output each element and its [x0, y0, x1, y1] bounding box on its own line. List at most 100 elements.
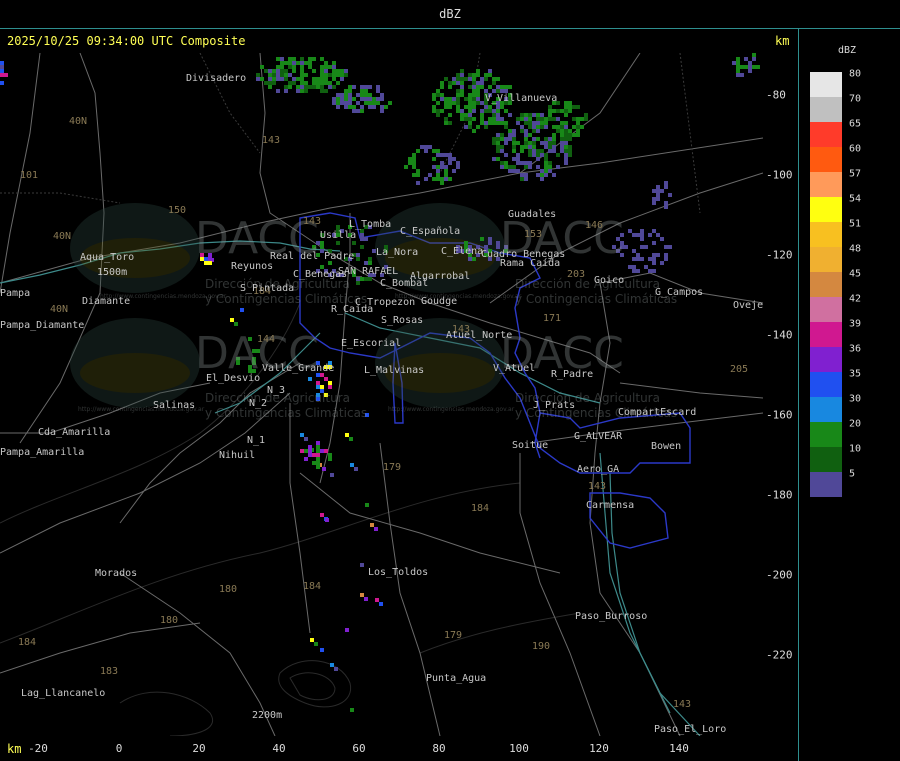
- echo-cell: [496, 145, 500, 149]
- echo-cell: [460, 113, 464, 117]
- echo-cell: [320, 241, 324, 245]
- echo-cell: [552, 141, 556, 145]
- place-label: C_Elena: [441, 246, 484, 257]
- echo-cell: [268, 81, 272, 85]
- echo-cell: [544, 117, 548, 121]
- echo-cell: [516, 157, 520, 161]
- x-tick: 140: [669, 742, 689, 755]
- echo-cell: [468, 97, 472, 101]
- echo-cell: [376, 97, 380, 101]
- echo-cell: [528, 153, 532, 157]
- echo-cell: [292, 77, 296, 81]
- echo-cell: [304, 457, 308, 461]
- echo-cell: [568, 153, 572, 157]
- legend-swatch: [810, 372, 842, 397]
- echo-cell: [536, 113, 540, 117]
- echo-cell: [332, 101, 336, 105]
- legend-value: 65: [849, 118, 862, 130]
- echo-cell: [544, 125, 548, 129]
- place-label: C_Española: [400, 226, 461, 237]
- echo-cell: [322, 467, 326, 471]
- place-label: G_ALVEAR: [574, 431, 623, 442]
- route-label: 40N: [69, 116, 88, 127]
- echo-cell: [544, 169, 548, 173]
- echo-cell: [328, 81, 332, 85]
- legend-value: 35: [849, 368, 862, 380]
- echo-cell: [300, 61, 304, 65]
- echo-cell: [564, 121, 568, 125]
- echo-cell: [496, 149, 500, 153]
- echo-cell: [424, 145, 428, 149]
- echo-cell: [352, 85, 356, 89]
- echo-cell: [312, 69, 316, 73]
- echo-cell: [528, 125, 532, 129]
- place-label: Rama Caída: [500, 258, 561, 269]
- route-label: 184: [471, 503, 490, 514]
- echo-cell: [468, 101, 472, 105]
- echo-cell: [360, 245, 364, 249]
- legend-value: 20: [849, 418, 862, 430]
- echo-cell: [736, 65, 740, 69]
- echo-cell: [0, 65, 4, 69]
- echo-cell: [448, 85, 452, 89]
- echo-cell: [354, 467, 358, 471]
- echo-cell: [664, 181, 668, 185]
- y-tick: -160: [766, 408, 793, 422]
- echo-cell: [524, 113, 528, 117]
- echo-cell: [576, 125, 580, 129]
- echo-cell: [476, 89, 480, 93]
- echo-cell: [276, 69, 280, 73]
- echo-cell: [564, 149, 568, 153]
- echo-cell: [568, 101, 572, 105]
- echo-cell: [516, 153, 520, 157]
- echo-cell: [340, 101, 344, 105]
- echo-cell: [540, 173, 544, 177]
- echo-cell: [260, 65, 264, 69]
- echo-cell: [308, 85, 312, 89]
- echo-cell: [372, 97, 376, 101]
- echo-cell: [448, 105, 452, 109]
- place-label: Reyunos: [231, 261, 274, 272]
- echo-cell: [752, 53, 756, 57]
- place-label: N_3: [267, 385, 286, 396]
- echo-cell: [284, 73, 288, 77]
- legend-swatch: [810, 272, 842, 297]
- y-tick: -180: [766, 488, 793, 502]
- echo-cell: [0, 73, 4, 77]
- echo-cell: [536, 129, 540, 133]
- echo-cell: [368, 85, 372, 89]
- radar-map[interactable]: DACC DACC DACC DACC Dirección de Agricul…: [0, 53, 763, 736]
- place-label: Paso_El_Loro: [654, 724, 727, 735]
- echo-cell: [628, 265, 632, 269]
- echo-cell: [300, 89, 304, 93]
- echo-cell: [552, 149, 556, 153]
- echo-cell: [312, 453, 316, 457]
- echo-cell: [280, 57, 284, 61]
- echo-cell: [500, 161, 504, 165]
- echo-cell: [444, 117, 448, 121]
- echo-cell: [364, 597, 368, 601]
- echo-cell: [472, 77, 476, 81]
- echo-cell: [496, 117, 500, 121]
- echo-cell: [460, 73, 464, 77]
- echo-cell: [520, 161, 524, 165]
- echo-cell: [328, 65, 332, 69]
- echo-cell: [276, 89, 280, 93]
- echo-cell: [304, 61, 308, 65]
- echo-cell: [360, 89, 364, 93]
- echo-cell: [572, 117, 576, 121]
- echo-cell: [472, 89, 476, 93]
- place-label: V_Villanueva: [485, 93, 558, 104]
- echo-cell: [564, 105, 568, 109]
- echo-cell: [756, 65, 760, 69]
- echo-cell: [564, 109, 568, 113]
- echo-cell: [520, 117, 524, 121]
- echo-cell: [456, 165, 460, 169]
- place-label: Divisadero: [186, 73, 247, 84]
- echo-cell: [316, 457, 320, 461]
- echo-cell: [740, 65, 744, 69]
- echo-cell: [300, 449, 304, 453]
- echo-cell: [336, 105, 340, 109]
- echo-cell: [652, 189, 656, 193]
- echo-cell: [240, 308, 244, 312]
